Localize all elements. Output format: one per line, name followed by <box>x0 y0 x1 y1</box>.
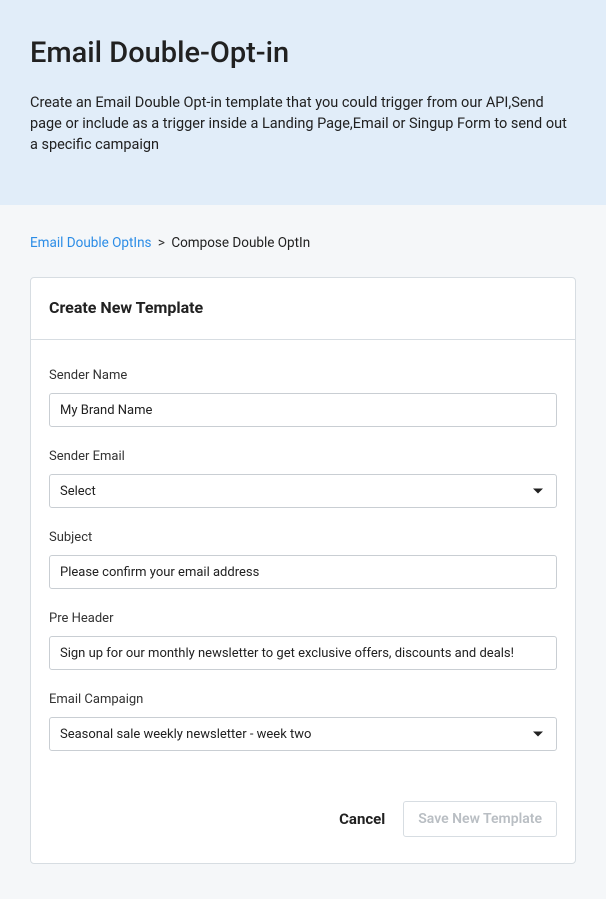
sender-email-select[interactable]: Select <box>49 474 557 508</box>
card-footer: Cancel Save New Template <box>31 783 575 863</box>
email-campaign-select[interactable]: Seasonal sale weekly newsletter - week t… <box>49 717 557 751</box>
sender-name-input[interactable] <box>49 393 557 427</box>
sender-name-label: Sender Name <box>49 368 557 383</box>
pre-header-input[interactable] <box>49 636 557 670</box>
sender-email-group: Sender Email Select <box>49 449 557 508</box>
create-template-card: Create New Template Sender Name Sender E… <box>30 277 576 864</box>
sender-name-group: Sender Name <box>49 368 557 427</box>
sender-email-label: Sender Email <box>49 449 557 464</box>
page-hero: Email Double-Opt-in Create an Email Doub… <box>0 0 606 205</box>
card-body: Sender Name Sender Email Select Subject … <box>31 340 575 783</box>
card-title: Create New Template <box>49 298 557 317</box>
email-campaign-select-wrap: Seasonal sale weekly newsletter - week t… <box>49 717 557 751</box>
page-description: Create an Email Double Opt-in template t… <box>30 92 570 155</box>
cancel-button[interactable]: Cancel <box>339 810 385 828</box>
subject-input[interactable] <box>49 555 557 589</box>
pre-header-label: Pre Header <box>49 611 557 626</box>
card-header: Create New Template <box>31 278 575 340</box>
email-campaign-label: Email Campaign <box>49 692 557 707</box>
breadcrumb-separator: > <box>158 235 165 251</box>
breadcrumb-link-email-double-optins[interactable]: Email Double OptIns <box>30 235 152 251</box>
pre-header-group: Pre Header <box>49 611 557 670</box>
subject-label: Subject <box>49 530 557 545</box>
subject-group: Subject <box>49 530 557 589</box>
breadcrumb-current: Compose Double OptIn <box>171 235 310 251</box>
save-new-template-button[interactable]: Save New Template <box>403 801 557 837</box>
sender-email-select-wrap: Select <box>49 474 557 508</box>
breadcrumb: Email Double OptIns > Compose Double Opt… <box>30 235 576 251</box>
email-campaign-group: Email Campaign Seasonal sale weekly news… <box>49 692 557 751</box>
page-title: Email Double-Opt-in <box>30 36 576 70</box>
page-content: Email Double OptIns > Compose Double Opt… <box>0 205 606 884</box>
